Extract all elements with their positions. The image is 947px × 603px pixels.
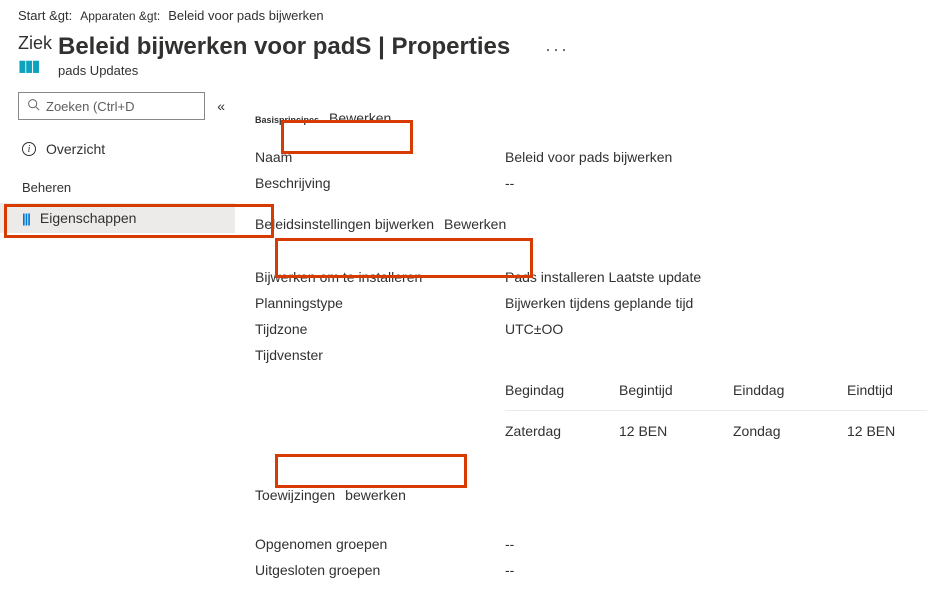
basics-edit-link[interactable]: Bewerken	[329, 110, 391, 126]
time-window-label: Tijdvenster	[255, 347, 505, 363]
plan-type-label: Planningstype	[255, 295, 505, 311]
col-endtime: Eindtijd	[847, 382, 927, 398]
update-install-value: Pads installeren Laatste update	[505, 269, 701, 285]
page-subtitle: pads Updates	[58, 63, 510, 78]
included-groups-label: Opgenomen groepen	[255, 536, 505, 552]
name-label: Naam	[255, 149, 505, 165]
cell-startday: Zaterdag	[505, 423, 585, 439]
time-table-row-1: Zaterdag 12 BEN Zondag 12 BEN	[505, 415, 927, 447]
policy-edit-link[interactable]: Bewerken	[444, 216, 506, 232]
assignments-edit-link[interactable]: bewerken	[345, 487, 406, 503]
more-button[interactable]: ···	[545, 33, 929, 60]
excluded-groups-value: --	[505, 562, 514, 578]
name-value: Beleid voor pads bijwerken	[505, 149, 672, 165]
section-policy-header: Beleidsinstellingen bijwerken Bewerken	[255, 216, 927, 232]
nav-overview-label: Overzicht	[46, 141, 105, 157]
description-label: Beschrijving	[255, 175, 505, 191]
nav-section-manage: Beheren	[18, 164, 225, 203]
time-window-table: Begindag Begintijd Einddag Eindtijd Zate…	[505, 374, 927, 447]
section-basics-header: Basisprincipes Bewerken	[255, 110, 927, 126]
excluded-groups-label: Uitgesloten groepen	[255, 562, 505, 578]
header-ziek: Ziek	[18, 33, 58, 54]
search-input[interactable]: Zoeken (Ctrl+D	[18, 92, 205, 120]
section-assignments-header: Toewijzingen bewerken	[255, 487, 927, 503]
main-content: Basisprincipes Bewerken Naam Beleid voor…	[235, 82, 947, 603]
cell-endday: Zondag	[733, 423, 813, 439]
search-placeholder: Zoeken (Ctrl+D	[46, 99, 135, 114]
search-icon	[27, 98, 40, 114]
header-policy-icon: ▮▮▮	[18, 56, 58, 76]
col-startday: Begindag	[505, 382, 585, 398]
col-starttime: Begintijd	[619, 382, 699, 398]
nav-properties[interactable]: ||| Eigenschappen	[0, 203, 235, 233]
included-groups-value: --	[505, 536, 514, 552]
breadcrumb: Start &gt: Apparaten &gt: Beleid voor pa…	[0, 0, 947, 27]
collapse-sidebar-icon[interactable]: «	[217, 98, 225, 114]
cell-endtime: 12 BEN	[847, 423, 927, 439]
basics-label: Basisprincipes	[255, 115, 319, 125]
breadcrumb-home[interactable]: Start &gt:	[18, 8, 72, 23]
page-title: Beleid bijwerken voor padS | Properties	[58, 33, 510, 61]
time-table-header-row: Begindag Begintijd Einddag Eindtijd	[505, 374, 927, 406]
col-endday: Einddag	[733, 382, 813, 398]
timezone-label: Tijdzone	[255, 321, 505, 337]
cell-starttime: 12 BEN	[619, 423, 699, 439]
breadcrumb-devices[interactable]: Apparaten &gt:	[80, 9, 160, 23]
description-value: --	[505, 175, 514, 191]
update-install-label: Bijwerken om te installeren	[255, 269, 505, 285]
timezone-value: UTC±OO	[505, 321, 563, 337]
info-icon: i	[22, 142, 36, 156]
page-header: Ziek ▮▮▮ Beleid bijwerken voor padS | Pr…	[0, 27, 947, 82]
plan-type-value: Bijwerken tijdens geplande tijd	[505, 295, 693, 311]
sidebar: Zoeken (Ctrl+D « i Overzicht Beheren |||…	[0, 82, 235, 603]
nav-overview[interactable]: i Overzicht	[18, 134, 225, 164]
assignments-label: Toewijzingen	[255, 487, 335, 503]
policy-label: Beleidsinstellingen bijwerken	[255, 216, 434, 232]
properties-icon: |||	[22, 211, 30, 226]
nav-properties-label: Eigenschappen	[40, 210, 137, 226]
breadcrumb-current: Beleid voor pads bijwerken	[168, 8, 323, 23]
